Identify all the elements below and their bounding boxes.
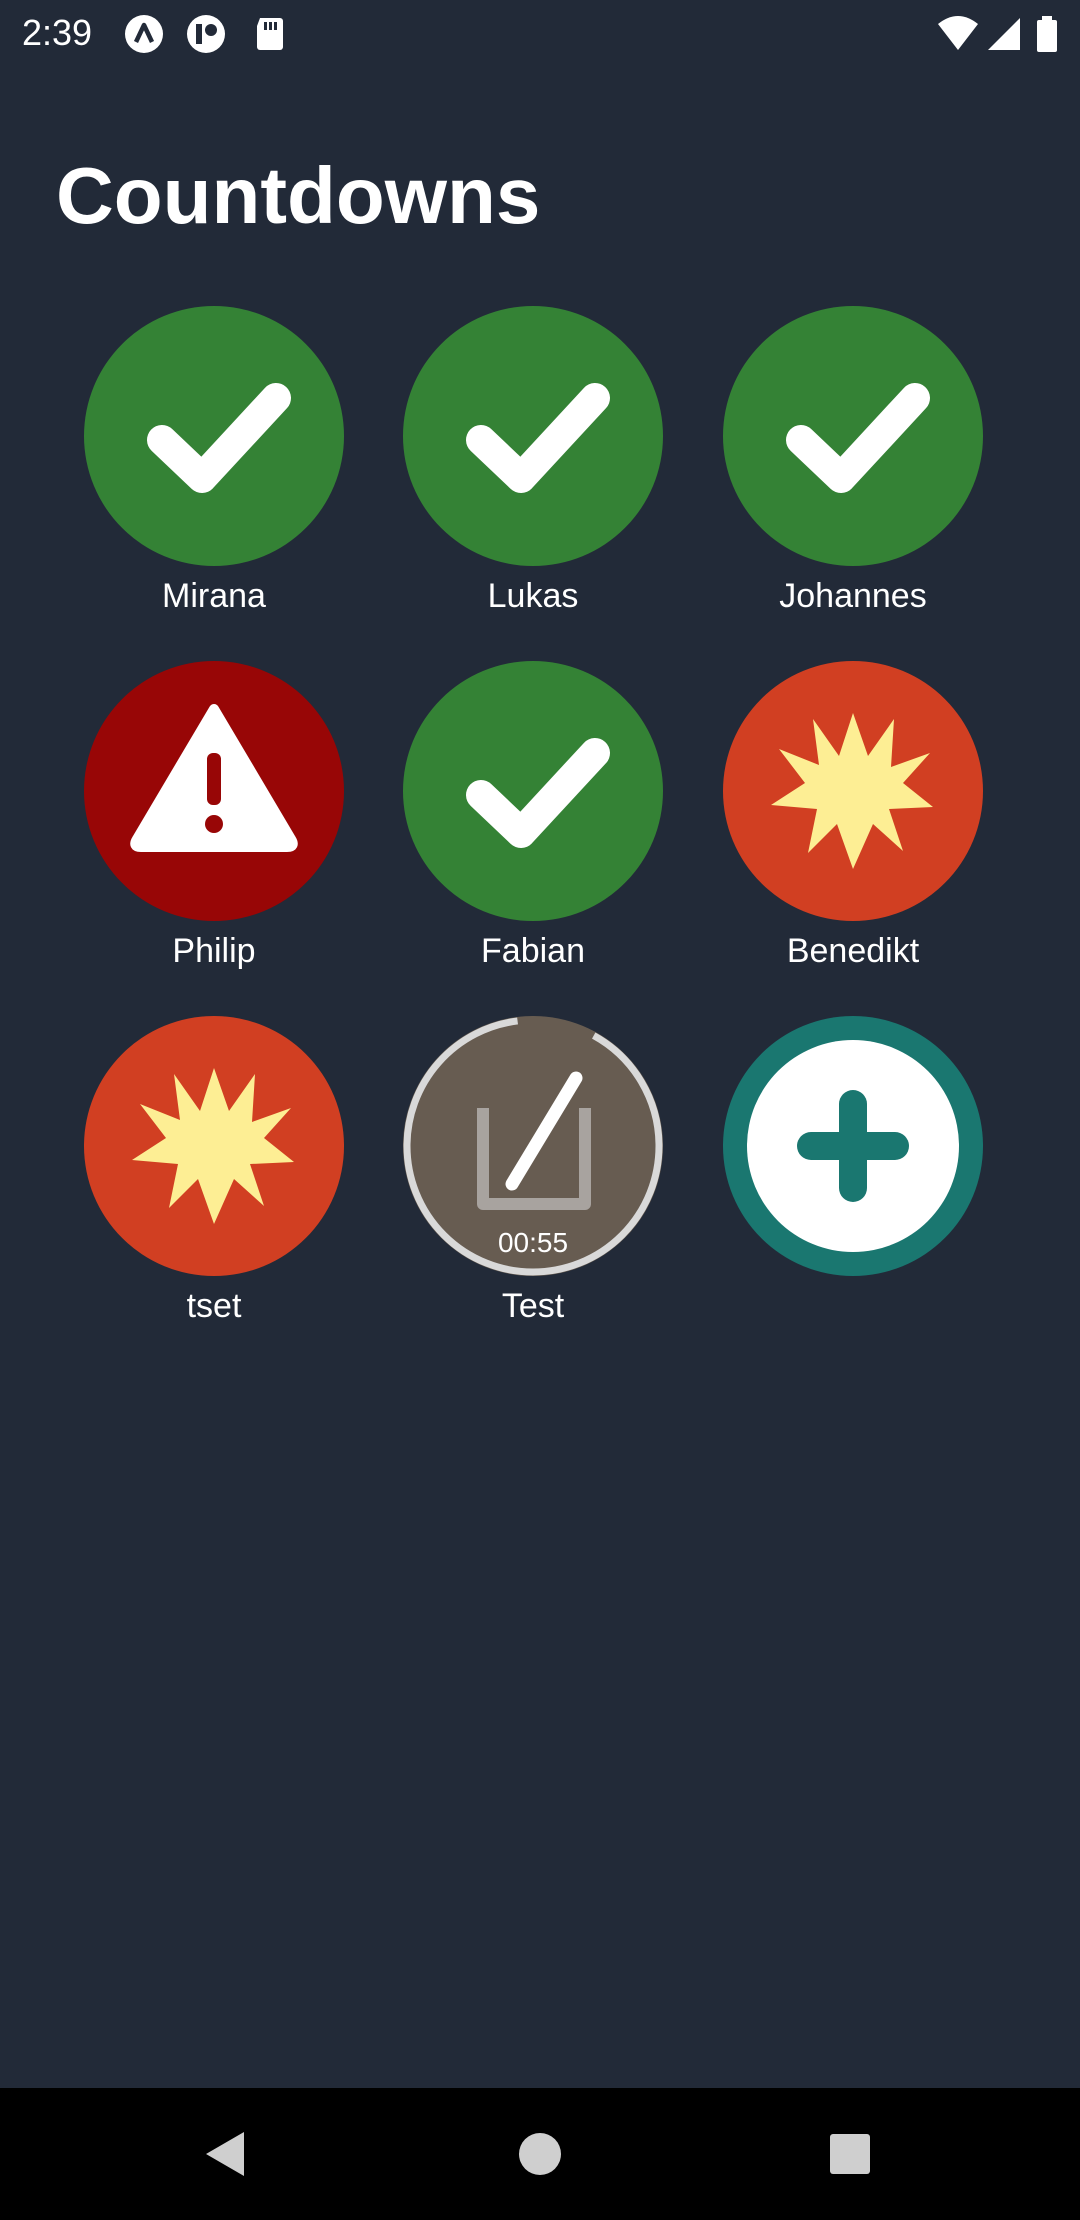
status-circle	[84, 1016, 344, 1276]
countdown-name: Fabian	[481, 932, 585, 970]
checkmark-icon	[147, 383, 291, 493]
countdown-tile[interactable]: Fabian	[383, 661, 683, 1001]
countdowns-screen: 2:39 Countdowns Mirana Lukas Johannes Ph…	[0, 0, 1080, 2220]
warning-icon	[130, 704, 298, 852]
status-circle: 00:55	[403, 1016, 663, 1276]
status-circle	[723, 306, 983, 566]
burst-icon	[771, 713, 933, 869]
status-circle	[84, 306, 344, 566]
countdown-tile[interactable]: Johannes	[703, 306, 1003, 646]
countdown-name: tset	[186, 1287, 242, 1325]
navigation-bar	[0, 2088, 1080, 2220]
back-icon[interactable]	[196, 2124, 256, 2184]
status-circle	[403, 306, 663, 566]
countdown-name: Philip	[172, 932, 256, 970]
countdown-tile[interactable]: Philip	[64, 661, 364, 1001]
recents-icon[interactable]	[820, 2124, 880, 2184]
add-circle	[723, 1016, 983, 1276]
checkmark-icon	[786, 383, 930, 493]
status-circle	[723, 661, 983, 921]
countdown-tile[interactable]: 00:55 Test	[383, 1016, 683, 1356]
countdown-tile[interactable]: Benedikt	[703, 661, 1003, 1001]
timer-remaining: 00:55	[497, 1227, 569, 1258]
status-circle	[403, 661, 663, 921]
checkmark-icon	[466, 738, 610, 848]
countdown-grid: Mirana Lukas Johannes Philip Fabian Bene…	[0, 0, 1080, 1400]
home-icon[interactable]	[510, 2124, 570, 2184]
countdown-tile[interactable]: Lukas	[383, 306, 683, 646]
add-countdown-button[interactable]	[703, 1016, 1003, 1356]
status-circle	[84, 661, 344, 921]
countdown-name: Benedikt	[786, 932, 920, 970]
countdown-tile[interactable]: tset	[64, 1016, 364, 1356]
countdown-name: Test	[501, 1287, 565, 1325]
plus-icon	[747, 1040, 959, 1252]
countdown-tile[interactable]: Mirana	[64, 306, 364, 646]
burst-icon	[132, 1068, 294, 1224]
countdown-name: Mirana	[162, 577, 266, 615]
countdown-name: Lukas	[487, 577, 579, 615]
checkmark-icon	[466, 383, 610, 493]
countdown-name: Johannes	[779, 577, 927, 615]
